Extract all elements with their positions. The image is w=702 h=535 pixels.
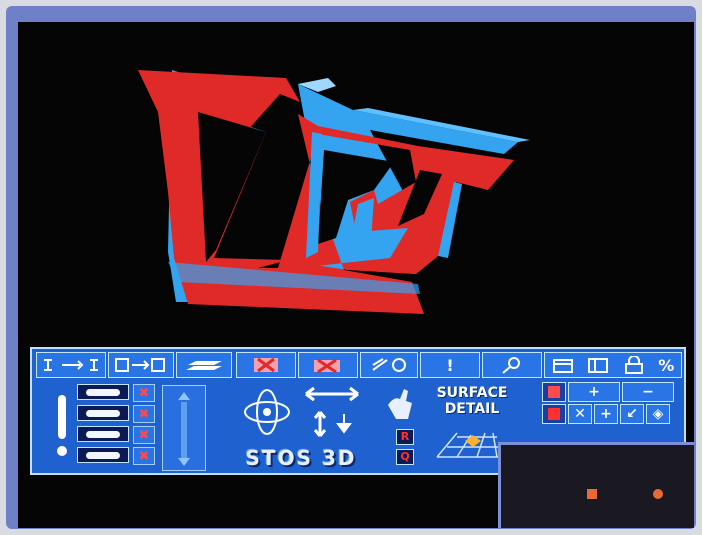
move-icon (115, 358, 165, 372)
hand-icon (388, 389, 412, 419)
q-button[interactable]: Q (396, 449, 414, 465)
scale-button[interactable] (360, 352, 418, 378)
bar-indicator (86, 388, 120, 396)
zoom-button[interactable] (482, 352, 542, 378)
detail-level-4[interactable] (77, 447, 129, 463)
arrows-icon (305, 386, 359, 437)
cross-button[interactable]: ✕ (568, 404, 592, 424)
move-arrows[interactable] (300, 382, 364, 442)
percent-label: % (658, 355, 675, 375)
r-button[interactable]: R (396, 429, 414, 445)
rotate-button[interactable] (237, 382, 297, 442)
layers-button[interactable] (176, 352, 232, 378)
scale-icon (372, 358, 406, 372)
window-split-icon (588, 358, 609, 373)
bar-indicator (86, 430, 120, 438)
detail-level-2[interactable] (77, 405, 129, 421)
delete-multi-button[interactable] (298, 352, 358, 378)
subtract-button[interactable]: − (622, 382, 674, 402)
palette-swatch[interactable] (542, 382, 566, 402)
view-options-button[interactable]: % (544, 352, 682, 378)
swatch-icon (548, 386, 560, 398)
link-points-button[interactable] (36, 352, 106, 378)
3d-model (138, 70, 530, 314)
info-label: ! (446, 355, 454, 375)
layers-icon (186, 361, 222, 370)
plus-button[interactable]: + (594, 404, 618, 424)
app-logo: STOS 3D (245, 446, 357, 470)
hand-tool[interactable] (384, 385, 416, 423)
surface-label: SURFACE (436, 385, 508, 401)
remove-level-4-button[interactable]: ✖ (133, 447, 155, 465)
delete-button[interactable] (236, 352, 296, 378)
add-button[interactable]: + (568, 382, 620, 402)
3d-viewport[interactable] (18, 22, 694, 346)
target-button[interactable]: ◈ (646, 404, 670, 424)
lock-icon (624, 356, 643, 374)
detail-level-3[interactable] (77, 426, 129, 442)
slider-track-icon (178, 392, 190, 466)
magnifier-icon (502, 357, 520, 374)
info-button[interactable]: ! (420, 352, 480, 378)
color-swatch[interactable] (542, 404, 566, 424)
move-to-button[interactable] (108, 352, 174, 378)
rotate-axes-icon (244, 389, 290, 435)
link-icon (44, 359, 98, 371)
window-icon (552, 359, 573, 373)
remove-level-3-button[interactable]: ✖ (133, 426, 155, 444)
bar-indicator (86, 409, 120, 417)
detail-level-1[interactable] (77, 384, 129, 400)
detail-label: DETAIL (444, 401, 500, 417)
preview-marker-round (653, 489, 663, 499)
exclamation-icon (57, 395, 67, 456)
inset-preview (498, 442, 694, 528)
delete-multi-icon (314, 358, 340, 374)
diagonal-button[interactable]: ↙ (620, 404, 644, 424)
remove-level-2-button[interactable]: ✖ (133, 405, 155, 423)
swatch-icon (548, 408, 560, 420)
model-hole-left (198, 112, 266, 262)
remove-level-1-button[interactable]: ✖ (133, 384, 155, 402)
bar-indicator (86, 451, 120, 459)
screen: ! % ✖ ✖ ✖ ✖ STOS 3D R Q SURFACE DETAIL +… (18, 22, 694, 528)
preview-marker-square (587, 489, 597, 499)
vertical-slider[interactable] (162, 385, 206, 471)
delete-icon (254, 357, 278, 373)
